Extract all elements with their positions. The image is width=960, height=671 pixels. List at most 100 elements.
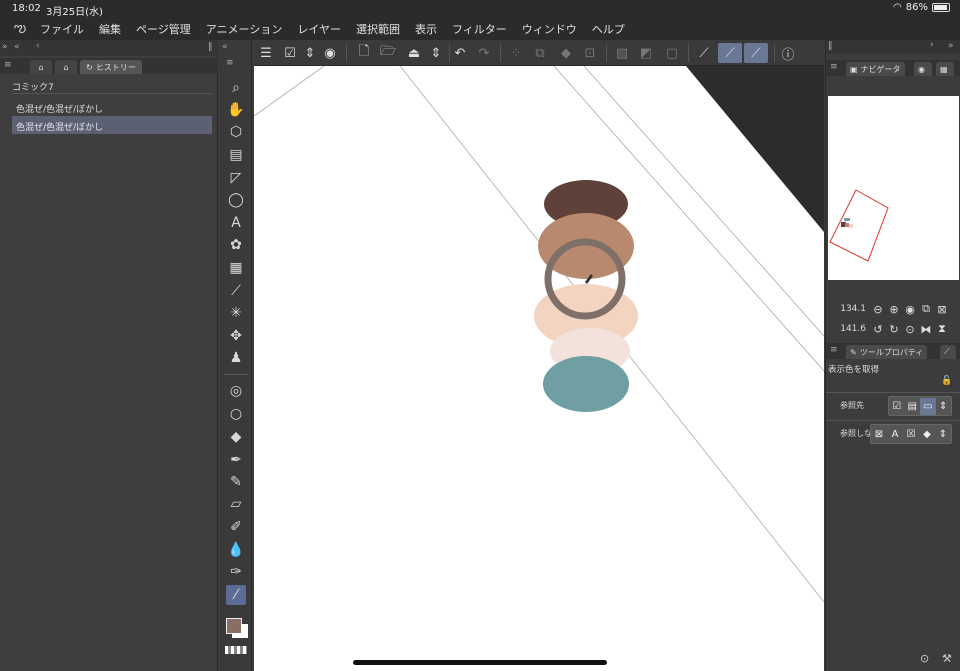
- transparent-color-icon[interactable]: [225, 646, 247, 654]
- spiral-icon[interactable]: ◉: [320, 43, 340, 63]
- expand-icon[interactable]: »: [948, 41, 954, 51]
- lasso-icon[interactable]: ◯: [226, 190, 246, 210]
- tab-navigator[interactable]: ▣ ナビゲータ: [846, 62, 905, 76]
- settings-icon[interactable]: ⊙: [920, 652, 929, 665]
- blend-icon[interactable]: 💧: [226, 540, 246, 560]
- eraser-icon[interactable]: ▱: [226, 494, 246, 514]
- tab-history[interactable]: ↻ ヒストリー: [80, 60, 142, 74]
- new-file-icon[interactable]: 🗋: [354, 43, 374, 63]
- no-fill-icon[interactable]: ◆: [919, 426, 935, 443]
- drawing-canvas[interactable]: [254, 66, 824, 671]
- menu-window[interactable]: ウィンドウ: [522, 21, 577, 37]
- snap-special-ruler-icon[interactable]: ⟋: [718, 43, 742, 63]
- brush-icon[interactable]: ⟋: [226, 281, 246, 301]
- history-item-selected[interactable]: 色混ぜ/色混ぜ/ぼかし: [12, 116, 212, 134]
- ruler-snap-icon[interactable]: ⟋: [694, 43, 714, 63]
- ruler-icon[interactable]: ◸: [226, 168, 246, 188]
- reset-rotation-icon[interactable]: ⊙: [902, 321, 918, 337]
- tab-tool-property[interactable]: ✎ ツールプロパティ: [846, 345, 928, 359]
- snap-grid-icon[interactable]: ⟋: [744, 43, 768, 63]
- pen-icon[interactable]: ✑: [226, 562, 246, 582]
- expand-icon[interactable]: »: [2, 42, 8, 52]
- updown-icon[interactable]: ⇕: [300, 43, 320, 63]
- menu-file[interactable]: ファイル: [40, 21, 84, 37]
- menu-icon[interactable]: ☰: [256, 43, 276, 63]
- figure-icon[interactable]: ♟: [226, 348, 246, 368]
- edit-icon[interactable]: ☑: [280, 43, 300, 63]
- fill-icon[interactable]: ◆: [556, 43, 576, 63]
- layers-icon[interactable]: ▤: [905, 398, 921, 415]
- collapse-icon[interactable]: «: [222, 42, 228, 52]
- zoom-in-icon[interactable]: ⊕: [886, 301, 902, 317]
- lasso-icon[interactable]: ◎: [226, 381, 246, 401]
- menu-page[interactable]: ページ管理: [136, 21, 191, 37]
- history-item[interactable]: 色混ぜ/色混ぜ/ぼかし: [12, 98, 212, 116]
- no-paper-icon[interactable]: ⊠: [871, 426, 887, 443]
- checkbox-icon[interactable]: ☑: [889, 398, 905, 415]
- collapse-icon[interactable]: «: [14, 42, 20, 52]
- grip-icon[interactable]: ‖: [208, 42, 213, 52]
- menu-icon[interactable]: ≡: [226, 58, 234, 68]
- menu-layer[interactable]: レイヤー: [297, 21, 341, 37]
- reference-selector[interactable]: ☑ ▤ ▭ ⇕: [888, 396, 952, 416]
- navigator-preview[interactable]: [828, 96, 959, 280]
- canvas-icon[interactable]: ▭: [920, 397, 936, 415]
- pencil-icon[interactable]: ✎: [226, 472, 246, 492]
- redo-icon[interactable]: ↷: [474, 43, 494, 63]
- menu-icon[interactable]: ≡: [830, 345, 838, 355]
- transform-icon[interactable]: ⊡: [580, 43, 600, 63]
- help-icon[interactable]: ⓘ: [778, 43, 798, 63]
- chevron-updown-icon[interactable]: ⇕: [935, 426, 951, 443]
- eyedropper-icon[interactable]: ⁄: [226, 585, 246, 605]
- layout-icon[interactable]: ▤: [226, 145, 246, 165]
- app-logo-icon[interactable]: ఌ: [0, 20, 40, 39]
- fit-icon[interactable]: ◉: [902, 301, 918, 317]
- rotate-right-icon[interactable]: ↻: [886, 321, 902, 337]
- gear-icon[interactable]: ✿: [226, 235, 246, 255]
- tab-2[interactable]: ⟋: [940, 345, 956, 359]
- menu-animation[interactable]: アニメーション: [206, 21, 283, 37]
- fill-area-icon[interactable]: ◩: [636, 43, 656, 63]
- zoom-out-icon[interactable]: ⊖: [870, 301, 886, 317]
- tab-2[interactable]: ⌂: [55, 60, 77, 74]
- chevron-left-icon[interactable]: ‹: [36, 41, 40, 51]
- tab-3[interactable]: ▦: [936, 62, 954, 76]
- text-icon[interactable]: A: [226, 213, 246, 233]
- rotate-left-icon[interactable]: ↺: [870, 321, 886, 337]
- object-icon[interactable]: ⬡: [226, 122, 246, 142]
- copy-icon[interactable]: ⧉: [530, 43, 550, 63]
- menu-edit[interactable]: 編集: [99, 21, 121, 37]
- fit-window-icon[interactable]: ⊠: [934, 301, 950, 317]
- wrench-icon[interactable]: ⚒: [942, 652, 952, 665]
- lasso-icon[interactable]: ○: [226, 404, 246, 424]
- sparkle-icon[interactable]: ✳: [226, 303, 246, 323]
- tab-1[interactable]: ⌂: [30, 60, 52, 74]
- grip-icon[interactable]: ‖: [828, 41, 833, 51]
- chevron-right-icon[interactable]: ›: [930, 40, 934, 50]
- undo-icon[interactable]: ↶: [450, 43, 470, 63]
- border-icon[interactable]: ▢: [662, 43, 682, 63]
- save-icon[interactable]: ⏏: [404, 43, 424, 63]
- pen-icon[interactable]: ✐: [226, 517, 246, 537]
- menu-filter[interactable]: フィルター: [452, 21, 507, 37]
- open-folder-icon[interactable]: 🗁: [378, 43, 398, 63]
- gradient-icon[interactable]: ▦: [226, 258, 246, 278]
- not-reference-selector[interactable]: ⊠ A ☒ ◆ ⇕: [870, 424, 952, 444]
- actual-size-icon[interactable]: ⧉: [918, 301, 934, 317]
- menu-view[interactable]: 表示: [415, 21, 437, 37]
- no-edit-icon[interactable]: ☒: [903, 426, 919, 443]
- search-icon[interactable]: ⌕: [226, 78, 246, 98]
- flip-vertical-icon[interactable]: ⧗: [934, 321, 950, 337]
- clear-icon[interactable]: ▧: [612, 43, 632, 63]
- flip-horizontal-icon[interactable]: ⧓: [918, 321, 934, 337]
- menu-icon[interactable]: ≡: [4, 60, 12, 70]
- no-text-icon[interactable]: A: [887, 426, 903, 443]
- menu-icon[interactable]: ≡: [830, 62, 838, 72]
- pen-icon[interactable]: ✒: [226, 450, 246, 470]
- fill-icon[interactable]: ◆: [226, 427, 246, 447]
- menu-selection[interactable]: 選択範囲: [356, 21, 400, 37]
- chevron-updown-icon[interactable]: ⇕: [936, 398, 952, 415]
- selection-icon[interactable]: ⁘: [506, 43, 526, 63]
- updown-icon[interactable]: ⇕: [426, 43, 446, 63]
- lock-icon[interactable]: 🔓: [941, 376, 952, 386]
